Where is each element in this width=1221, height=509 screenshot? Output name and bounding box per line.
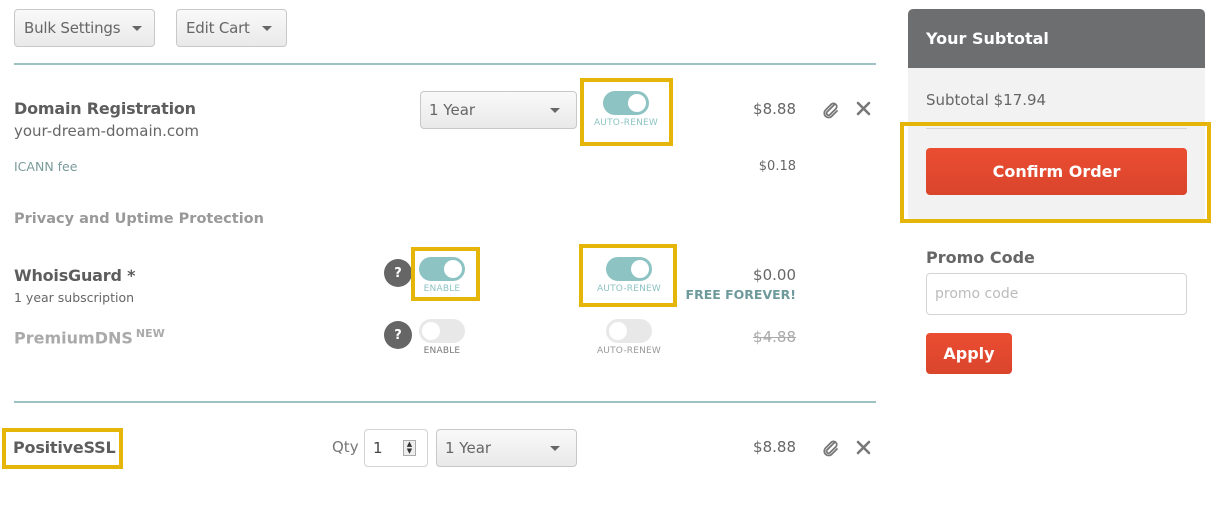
premiumdns-title-row: PremiumDNS NEW bbox=[14, 327, 165, 347]
protection-heading: Privacy and Uptime Protection bbox=[14, 211, 264, 227]
whoisguard-help-icon[interactable]: ? bbox=[384, 259, 412, 287]
divider bbox=[14, 63, 876, 65]
domain-price: $8.88 bbox=[753, 100, 796, 118]
premiumdns-price: $4.88 bbox=[753, 328, 796, 346]
domain-period-value: 1 Year bbox=[429, 101, 476, 119]
premiumdns-auto-renew-label: AUTO-RENEW bbox=[596, 346, 662, 356]
paperclip-icon[interactable] bbox=[822, 439, 840, 457]
qty-value: 1 bbox=[373, 439, 383, 457]
premiumdns-enable-toggle[interactable] bbox=[419, 319, 465, 343]
positivessl-title: PositiveSSL bbox=[13, 438, 116, 457]
confirm-order-button[interactable]: Confirm Order bbox=[926, 148, 1187, 195]
toggle-knob bbox=[631, 260, 649, 278]
edit-cart-label: Edit Cart bbox=[186, 19, 250, 37]
apply-promo-button[interactable]: Apply bbox=[926, 333, 1012, 374]
paperclip-icon[interactable] bbox=[822, 101, 840, 119]
close-icon[interactable] bbox=[856, 101, 871, 116]
close-icon[interactable] bbox=[856, 440, 871, 455]
qty-spinner-icon[interactable]: ▲ ▼ bbox=[403, 440, 416, 456]
premiumdns-auto-renew-toggle[interactable] bbox=[606, 319, 652, 343]
whoisguard-subtitle: 1 year subscription bbox=[14, 290, 135, 305]
toggle-knob bbox=[628, 94, 646, 112]
whoisguard-auto-renew-toggle[interactable] bbox=[606, 257, 652, 281]
chevron-down-icon bbox=[132, 25, 143, 31]
qty-label: Qty bbox=[332, 438, 359, 456]
domain-auto-renew-label: AUTO-RENEW bbox=[593, 118, 659, 128]
whoisguard-title: WhoisGuard * bbox=[14, 266, 136, 285]
domain-registration-title: Domain Registration bbox=[14, 99, 196, 118]
whoisguard-enable-label: ENABLE bbox=[423, 284, 461, 294]
icann-fee-price: $0.18 bbox=[758, 159, 796, 174]
qty-stepper[interactable]: 1 ▲ ▼ bbox=[364, 429, 428, 467]
whoisguard-auto-renew-label: AUTO-RENEW bbox=[596, 284, 662, 294]
promo-code-input[interactable] bbox=[926, 273, 1187, 315]
bulk-settings-dropdown[interactable]: Bulk Settings bbox=[14, 9, 155, 47]
domain-auto-renew-toggle[interactable] bbox=[603, 91, 649, 115]
toggle-knob bbox=[444, 260, 462, 278]
ssl-price: $8.88 bbox=[753, 438, 796, 456]
chevron-down-icon bbox=[261, 25, 272, 31]
subtotal-value: Subtotal $17.94 bbox=[926, 91, 1047, 109]
icann-fee-label: ICANN fee bbox=[14, 159, 78, 174]
premiumdns-enable-label: ENABLE bbox=[423, 346, 461, 356]
domain-period-select[interactable]: 1 Year bbox=[420, 91, 577, 129]
ssl-period-value: 1 Year bbox=[445, 439, 492, 457]
premiumdns-help-icon[interactable]: ? bbox=[384, 321, 412, 349]
domain-name: your-dream-domain.com bbox=[14, 122, 199, 140]
whoisguard-price: $0.00 bbox=[753, 266, 796, 284]
bulk-settings-label: Bulk Settings bbox=[24, 19, 121, 37]
ssl-period-select[interactable]: 1 Year bbox=[436, 429, 577, 467]
new-badge: NEW bbox=[135, 327, 165, 340]
chevron-down-icon bbox=[550, 108, 560, 113]
edit-cart-dropdown[interactable]: Edit Cart bbox=[176, 9, 287, 47]
subtotal-heading: Your Subtotal bbox=[908, 9, 1205, 68]
whoisguard-enable-toggle[interactable] bbox=[419, 257, 465, 281]
toggle-knob bbox=[422, 322, 440, 340]
chevron-down-icon bbox=[550, 446, 560, 451]
premiumdns-title: PremiumDNS bbox=[14, 328, 133, 348]
divider bbox=[14, 401, 876, 403]
promo-code-heading: Promo Code bbox=[926, 248, 1035, 267]
toggle-knob bbox=[609, 322, 627, 340]
whoisguard-promo: FREE FOREVER! bbox=[685, 287, 796, 302]
